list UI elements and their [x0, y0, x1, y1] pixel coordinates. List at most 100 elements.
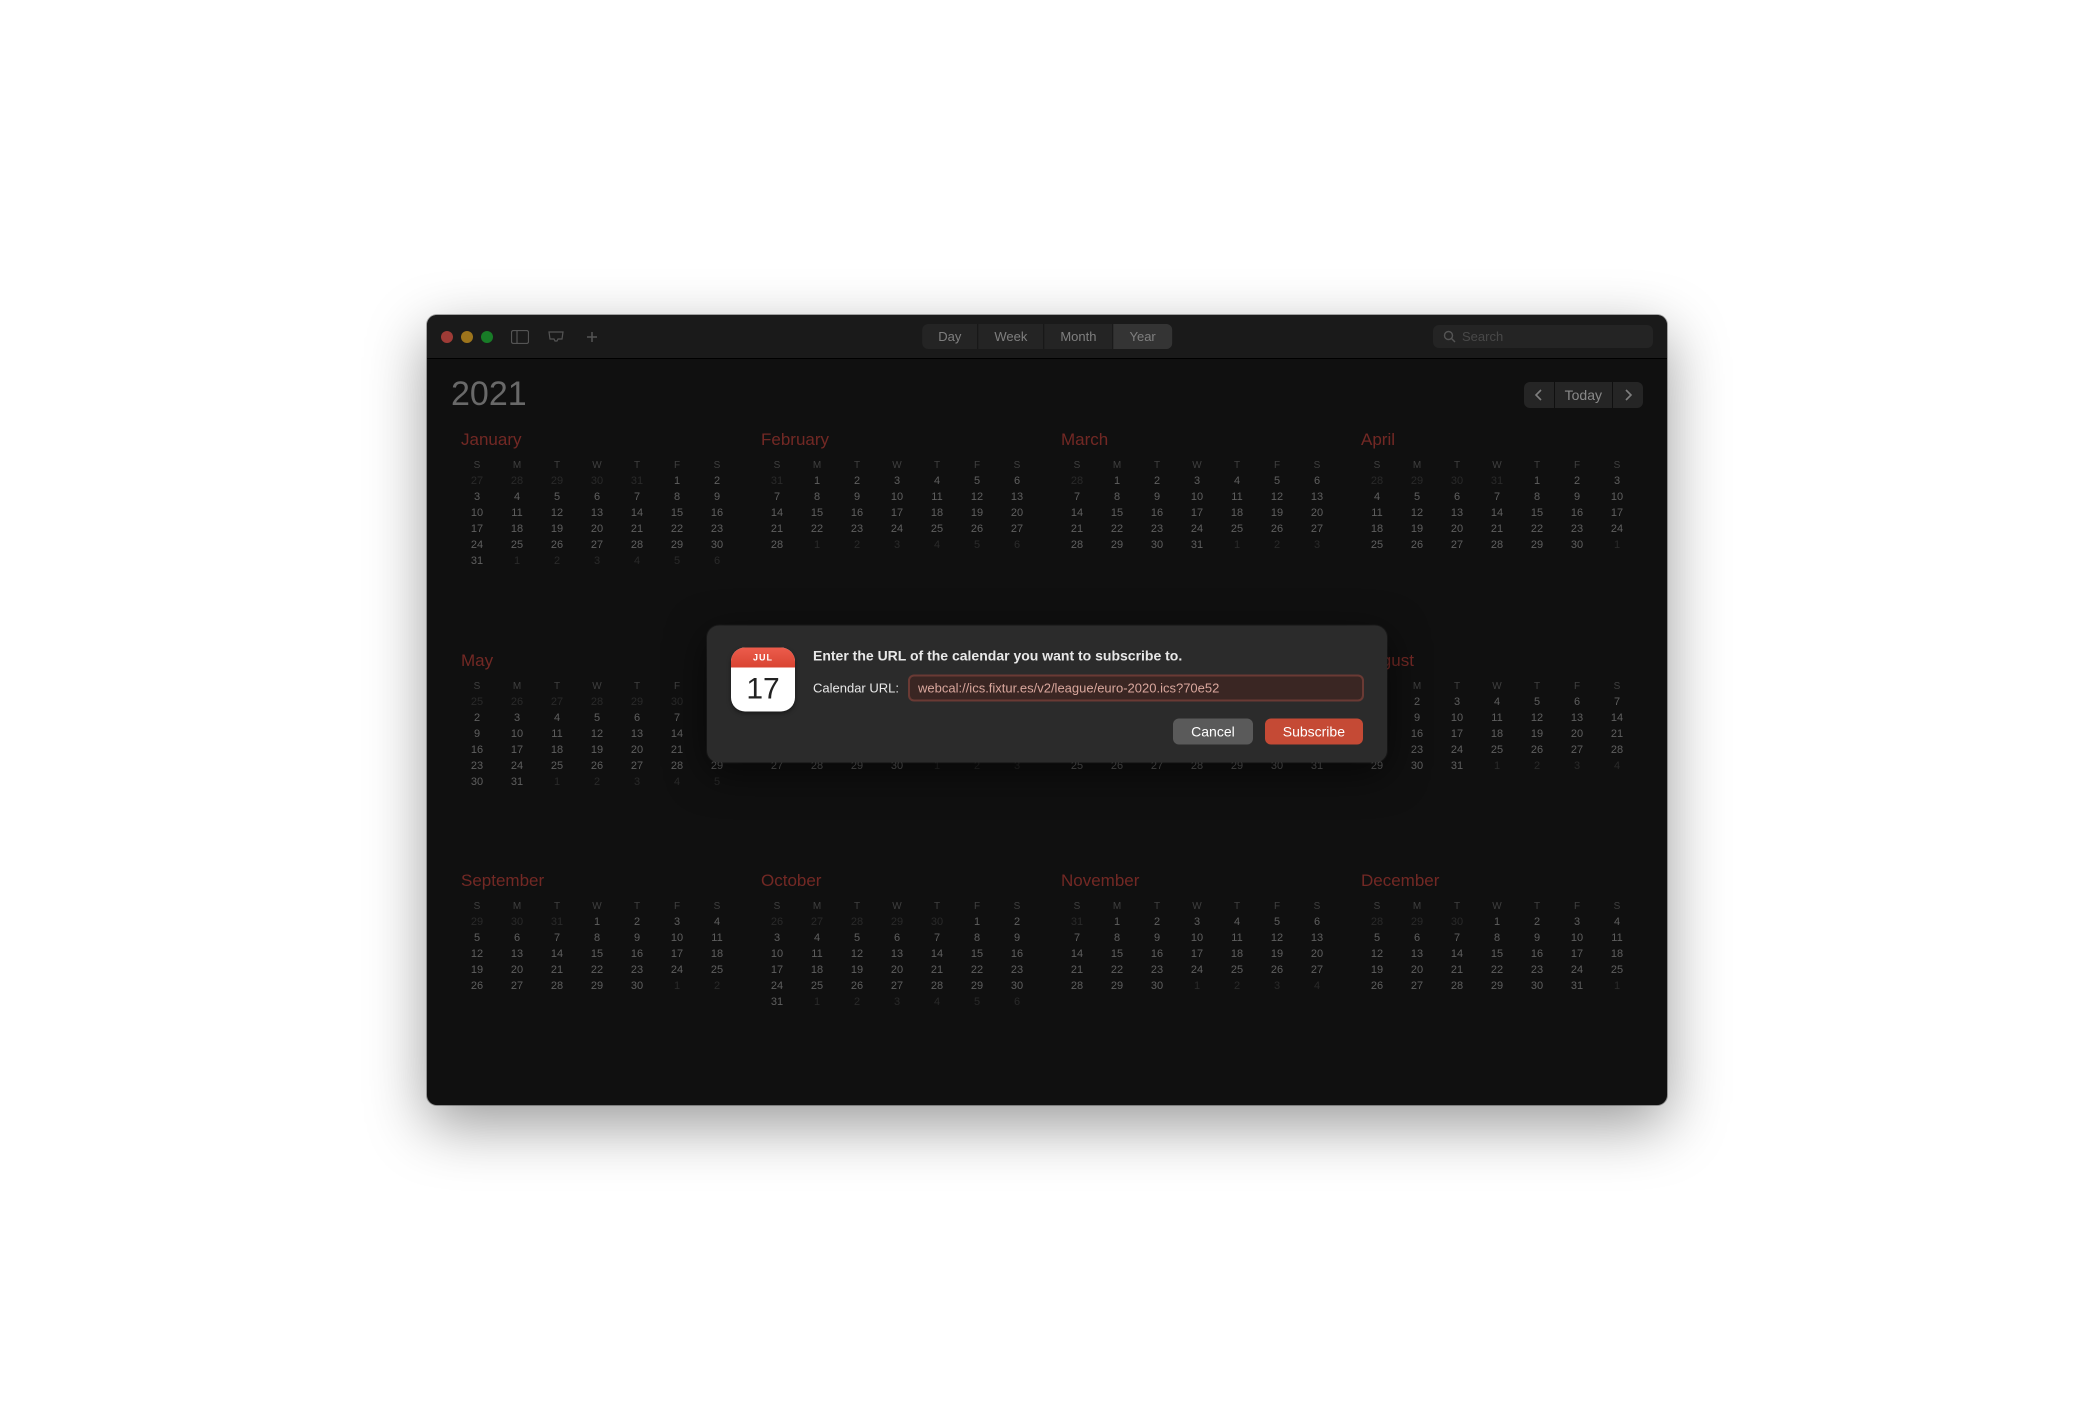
day-cell[interactable]: 29 — [577, 978, 617, 994]
search-input[interactable] — [1462, 329, 1643, 344]
day-cell[interactable]: 20 — [577, 521, 617, 537]
day-cell[interactable]: 11 — [1217, 930, 1257, 946]
day-cell[interactable]: 31 — [457, 553, 497, 569]
day-cell[interactable]: 15 — [1517, 505, 1557, 521]
month-block[interactable]: SeptemberSMTWTFS293031123456789101112131… — [457, 871, 737, 1082]
day-cell[interactable]: 5 — [1517, 694, 1557, 710]
month-block[interactable]: DecemberSMTWTFS2829301234567891011121314… — [1357, 871, 1637, 1082]
day-cell[interactable]: 5 — [957, 537, 997, 553]
minimize-window-button[interactable] — [461, 331, 473, 343]
day-cell[interactable]: 19 — [957, 505, 997, 521]
day-cell[interactable]: 24 — [1177, 521, 1217, 537]
day-cell[interactable]: 28 — [1357, 914, 1397, 930]
day-cell[interactable]: 26 — [757, 914, 797, 930]
day-cell[interactable]: 5 — [1357, 930, 1397, 946]
day-cell[interactable]: 20 — [1557, 726, 1597, 742]
day-cell[interactable]: 29 — [1097, 978, 1137, 994]
day-cell[interactable]: 23 — [1557, 521, 1597, 537]
day-cell[interactable]: 24 — [757, 978, 797, 994]
day-cell[interactable]: 23 — [1517, 962, 1557, 978]
day-cell[interactable]: 30 — [1137, 537, 1177, 553]
day-cell[interactable]: 10 — [1177, 930, 1217, 946]
day-cell[interactable]: 1 — [657, 473, 697, 489]
day-cell[interactable]: 17 — [1177, 946, 1217, 962]
day-cell[interactable]: 30 — [1137, 978, 1177, 994]
day-cell[interactable]: 25 — [457, 694, 497, 710]
day-cell[interactable]: 18 — [1217, 946, 1257, 962]
day-cell[interactable]: 2 — [1397, 694, 1437, 710]
month-block[interactable]: MaySMTWTFS252627282930123456789101112131… — [457, 651, 737, 862]
day-cell[interactable]: 19 — [457, 962, 497, 978]
day-cell[interactable]: 7 — [917, 930, 957, 946]
month-block[interactable]: FebruarySMTWTFS3112345678910111213141516… — [757, 430, 1037, 641]
day-cell[interactable]: 24 — [497, 758, 537, 774]
day-cell[interactable]: 1 — [1597, 978, 1637, 994]
day-cell[interactable]: 3 — [1177, 473, 1217, 489]
day-cell[interactable]: 14 — [757, 505, 797, 521]
day-cell[interactable]: 13 — [617, 726, 657, 742]
day-cell[interactable]: 7 — [1057, 489, 1097, 505]
day-cell[interactable]: 3 — [1257, 978, 1297, 994]
day-cell[interactable]: 16 — [1557, 505, 1597, 521]
day-cell[interactable]: 13 — [1437, 505, 1477, 521]
add-event-icon[interactable] — [583, 330, 601, 344]
day-cell[interactable]: 21 — [917, 962, 957, 978]
day-cell[interactable]: 19 — [1257, 505, 1297, 521]
day-cell[interactable]: 28 — [1597, 742, 1637, 758]
day-cell[interactable]: 29 — [877, 914, 917, 930]
month-block[interactable]: AugustSMTWTFS123456789101112131415161718… — [1357, 651, 1637, 862]
day-cell[interactable]: 13 — [997, 489, 1037, 505]
day-cell[interactable]: 14 — [917, 946, 957, 962]
day-cell[interactable]: 1 — [657, 978, 697, 994]
day-cell[interactable]: 19 — [1357, 962, 1397, 978]
day-cell[interactable]: 7 — [1477, 489, 1517, 505]
day-cell[interactable]: 13 — [1297, 489, 1337, 505]
day-cell[interactable]: 6 — [617, 710, 657, 726]
day-cell[interactable]: 17 — [877, 505, 917, 521]
day-cell[interactable]: 24 — [877, 521, 917, 537]
day-cell[interactable]: 25 — [797, 978, 837, 994]
day-cell[interactable]: 12 — [1397, 505, 1437, 521]
view-week[interactable]: Week — [977, 324, 1043, 349]
cancel-button[interactable]: Cancel — [1173, 719, 1253, 745]
day-cell[interactable]: 31 — [537, 914, 577, 930]
day-cell[interactable]: 1 — [497, 553, 537, 569]
day-cell[interactable]: 30 — [457, 774, 497, 790]
day-cell[interactable]: 8 — [797, 489, 837, 505]
close-window-button[interactable] — [441, 331, 453, 343]
day-cell[interactable]: 13 — [577, 505, 617, 521]
day-cell[interactable]: 3 — [877, 994, 917, 1010]
day-cell[interactable]: 1 — [1477, 758, 1517, 774]
day-cell[interactable]: 25 — [1217, 521, 1257, 537]
day-cell[interactable]: 16 — [1137, 505, 1177, 521]
day-cell[interactable]: 26 — [957, 521, 997, 537]
day-cell[interactable]: 19 — [1397, 521, 1437, 537]
day-cell[interactable]: 24 — [1437, 742, 1477, 758]
day-cell[interactable]: 11 — [1217, 489, 1257, 505]
day-cell[interactable]: 4 — [917, 473, 957, 489]
day-cell[interactable]: 2 — [1257, 537, 1297, 553]
day-cell[interactable]: 5 — [577, 710, 617, 726]
day-cell[interactable]: 16 — [457, 742, 497, 758]
day-cell[interactable]: 20 — [1397, 962, 1437, 978]
day-cell[interactable]: 2 — [1557, 473, 1597, 489]
day-cell[interactable]: 7 — [1437, 930, 1477, 946]
day-cell[interactable]: 27 — [617, 758, 657, 774]
day-cell[interactable]: 28 — [837, 914, 877, 930]
day-cell[interactable]: 23 — [1137, 962, 1177, 978]
day-cell[interactable]: 1 — [577, 914, 617, 930]
day-cell[interactable]: 13 — [1297, 930, 1337, 946]
day-cell[interactable]: 12 — [837, 946, 877, 962]
day-cell[interactable]: 26 — [1517, 742, 1557, 758]
day-cell[interactable]: 26 — [1397, 537, 1437, 553]
day-cell[interactable]: 26 — [1257, 962, 1297, 978]
day-cell[interactable]: 3 — [1557, 914, 1597, 930]
month-block[interactable]: MarchSMTWTFS2812345678910111213141516171… — [1057, 430, 1337, 641]
day-cell[interactable]: 6 — [1397, 930, 1437, 946]
day-cell[interactable]: 23 — [837, 521, 877, 537]
day-cell[interactable]: 6 — [997, 473, 1037, 489]
day-cell[interactable]: 20 — [617, 742, 657, 758]
day-cell[interactable]: 1 — [957, 914, 997, 930]
day-cell[interactable]: 16 — [1137, 946, 1177, 962]
day-cell[interactable]: 25 — [497, 537, 537, 553]
